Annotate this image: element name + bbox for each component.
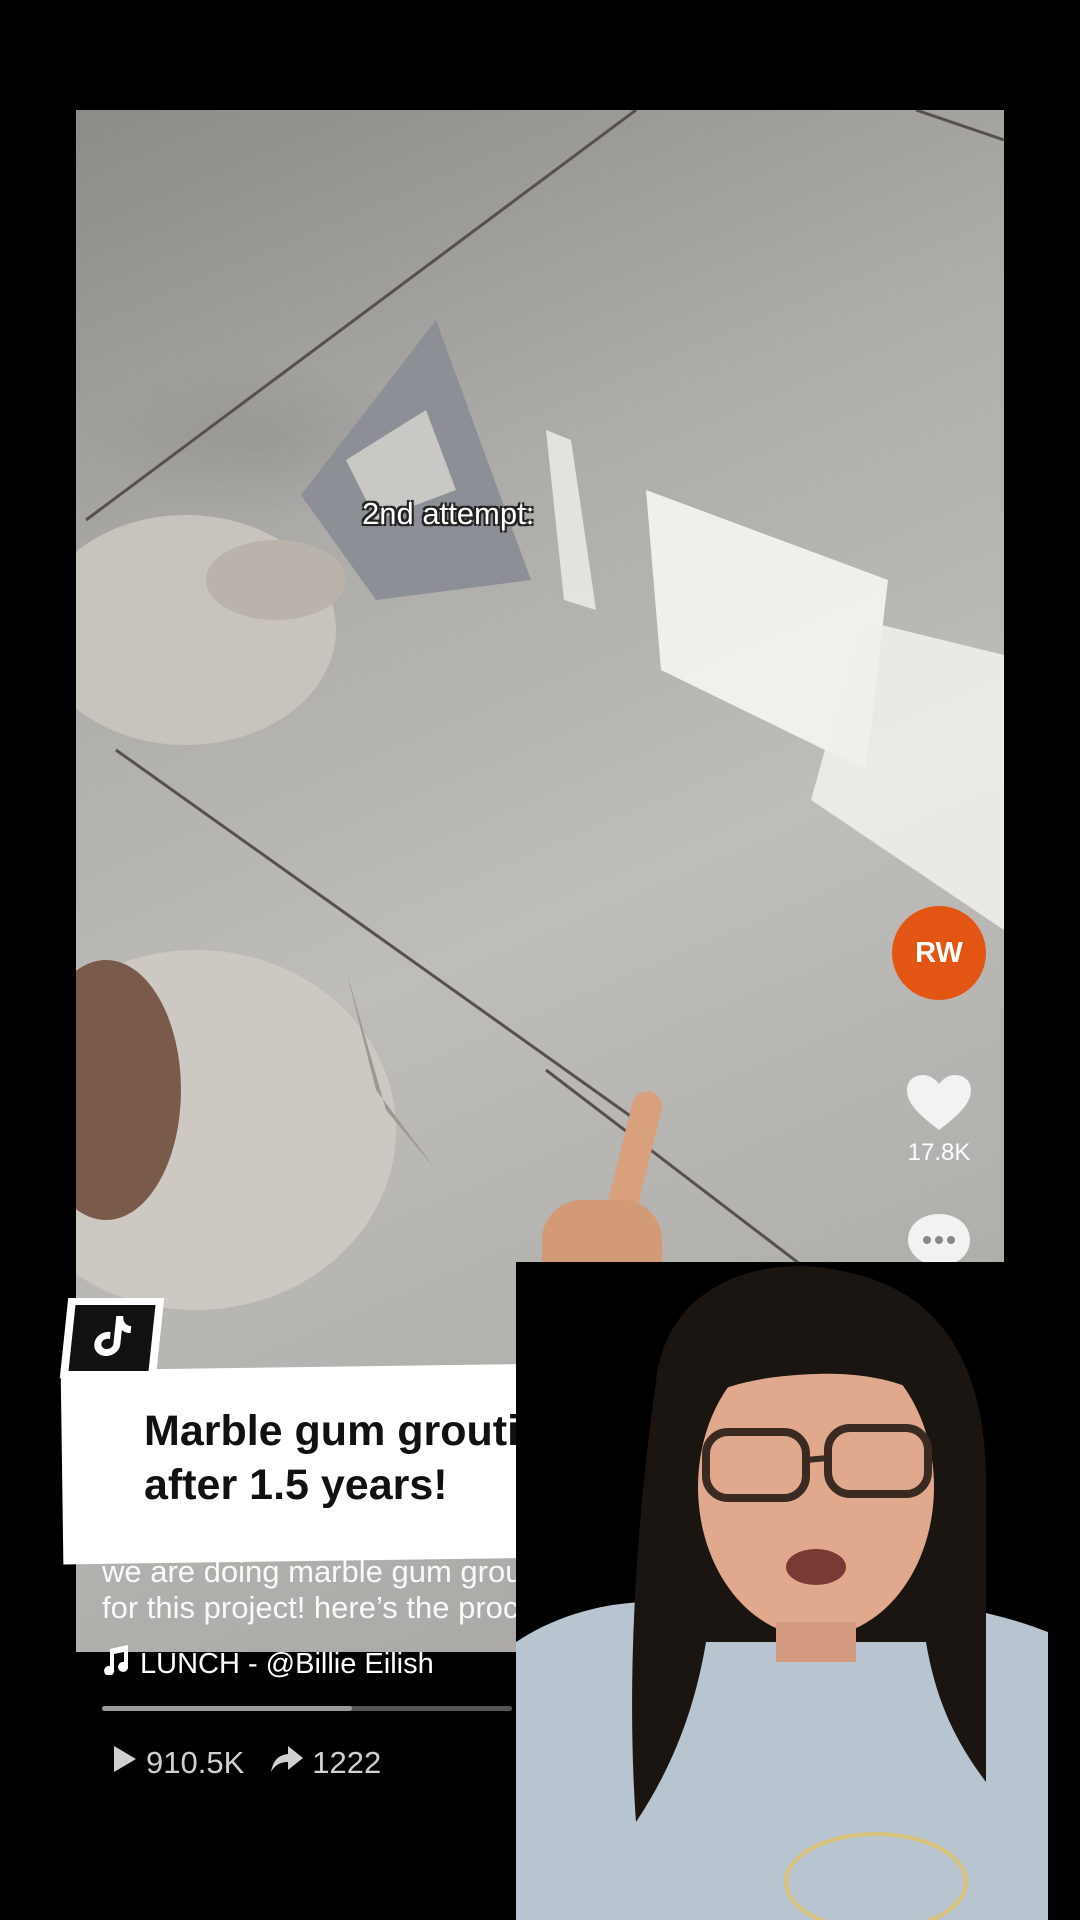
presenter-illustration bbox=[516, 1262, 1048, 1920]
video-overlay-text: 2nd attempt: bbox=[362, 496, 535, 531]
likes-count: 17.8K bbox=[907, 1139, 971, 1166]
creator-avatar-column: RW bbox=[892, 906, 986, 1000]
playback-progress-fill bbox=[102, 1706, 353, 1711]
shares-stat[interactable]: 1222 bbox=[270, 1744, 381, 1782]
like-action[interactable]: 17.8K bbox=[894, 1074, 984, 1167]
shares-count: 1222 bbox=[312, 1745, 382, 1780]
tiktok-logo-icon bbox=[89, 1314, 134, 1363]
creator-avatar[interactable]: RW bbox=[892, 906, 986, 1000]
share-icon bbox=[270, 1744, 304, 1782]
music-note-icon bbox=[102, 1645, 130, 1683]
playback-progress-bar[interactable] bbox=[102, 1706, 512, 1711]
views-stat: 910.5K bbox=[112, 1744, 244, 1782]
heart-icon[interactable] bbox=[906, 1074, 972, 1137]
picture-in-picture-presenter bbox=[516, 1262, 1048, 1920]
music-row[interactable]: LUNCH - @Billie Eilish bbox=[102, 1645, 434, 1683]
tiktok-logo-badge bbox=[59, 1298, 165, 1378]
video-stats: 910.5K 1222 bbox=[112, 1744, 381, 1782]
views-count: 910.5K bbox=[146, 1745, 245, 1780]
music-title: LUNCH - @Billie Eilish bbox=[140, 1647, 434, 1680]
play-icon bbox=[112, 1744, 138, 1782]
